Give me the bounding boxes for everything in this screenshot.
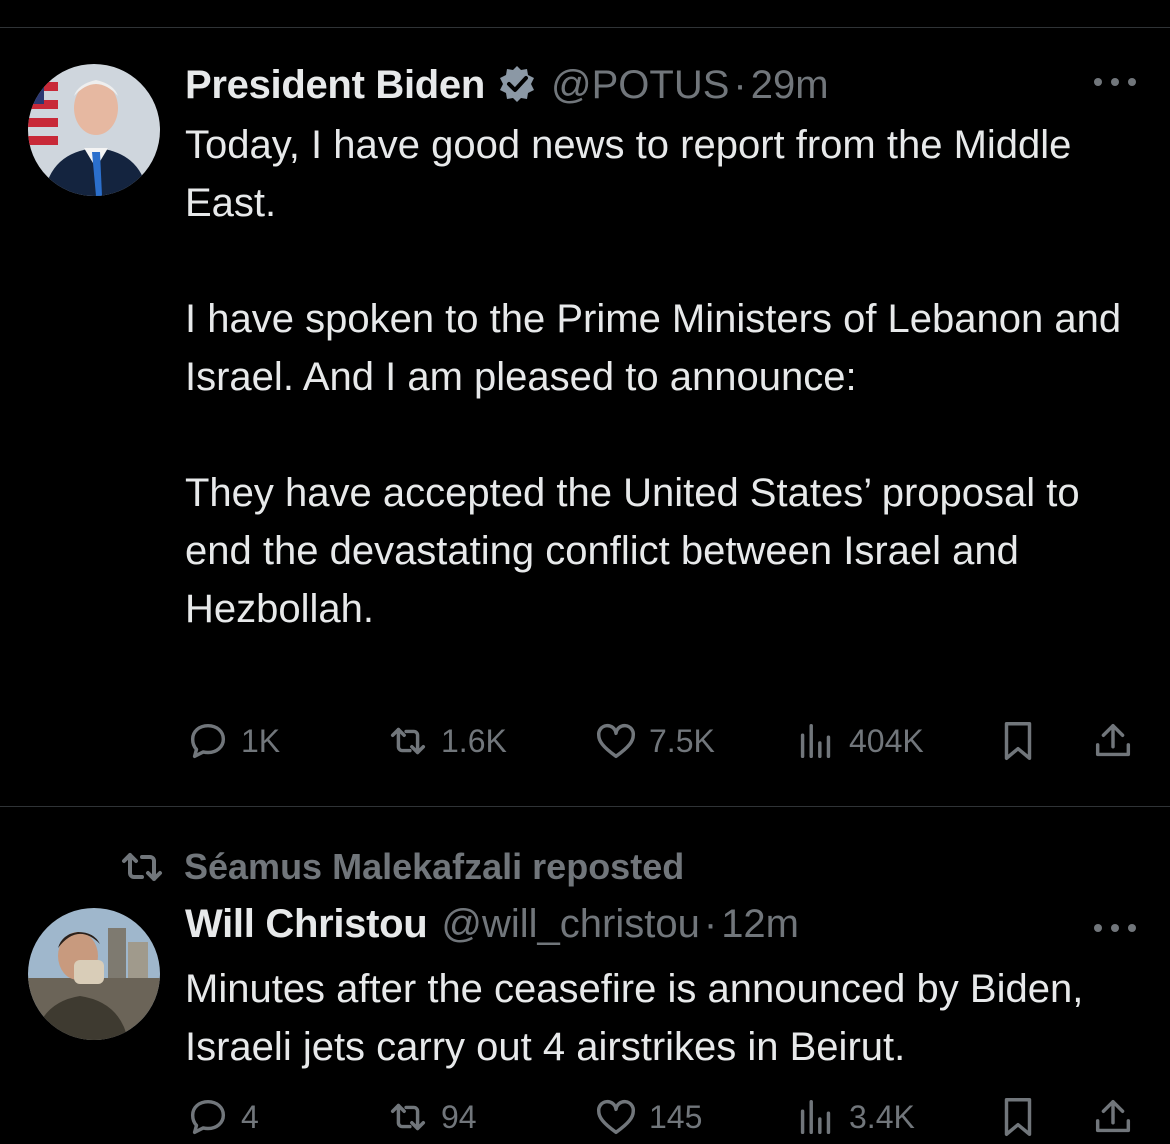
verified-badge-icon bbox=[497, 64, 537, 104]
like-count: 7.5K bbox=[649, 722, 715, 759]
author-handle[interactable]: @POTUS bbox=[551, 63, 729, 108]
reply-count: 1K bbox=[241, 722, 281, 759]
views-count: 404K bbox=[849, 722, 924, 759]
reply-count: 4 bbox=[241, 1098, 259, 1135]
share-button[interactable] bbox=[1090, 1094, 1136, 1140]
tweet-divider bbox=[0, 806, 1170, 807]
tweet-text: Today, I have good news to report from t… bbox=[185, 116, 1135, 638]
repost-count: 1.6K bbox=[441, 722, 507, 759]
repost-button[interactable]: 94 bbox=[385, 1094, 477, 1140]
tweet-paragraph: Minutes after the ceasefire is announced… bbox=[185, 967, 1084, 1069]
repost-icon bbox=[122, 853, 162, 881]
timestamp[interactable]: 12m bbox=[721, 902, 799, 947]
like-count: 145 bbox=[649, 1098, 703, 1135]
share-button[interactable] bbox=[1090, 718, 1136, 764]
author-handle[interactable]: @will_christou bbox=[441, 902, 699, 947]
tweet-header: President Biden @POTUS · 29m bbox=[185, 58, 829, 108]
bookmark-icon bbox=[1004, 722, 1032, 760]
timestamp[interactable]: 29m bbox=[751, 63, 829, 108]
tweet-paragraph: They have accepted the United States’ pr… bbox=[185, 471, 1080, 631]
bookmark-icon bbox=[1004, 1098, 1032, 1136]
like-button[interactable]: 145 bbox=[593, 1094, 702, 1140]
repost-icon bbox=[390, 1103, 426, 1131]
like-button[interactable]: 7.5K bbox=[593, 718, 715, 764]
views-button[interactable]: 404K bbox=[793, 718, 924, 764]
repost-button[interactable]: 1.6K bbox=[385, 718, 507, 764]
share-icon bbox=[1095, 723, 1131, 757]
views-icon bbox=[800, 1099, 831, 1135]
tweet-actions: 4 94 145 3.4K bbox=[185, 1094, 1140, 1144]
views-button[interactable]: 3.4K bbox=[793, 1094, 915, 1140]
reply-icon bbox=[190, 723, 226, 759]
share-icon bbox=[1095, 1099, 1131, 1133]
repost-context: Séamus Malekafzali reposted bbox=[118, 846, 684, 888]
repost-icon bbox=[390, 727, 426, 755]
reply-icon bbox=[190, 1099, 226, 1135]
more-icon[interactable] bbox=[1090, 918, 1140, 938]
separator-dot: · bbox=[703, 902, 718, 946]
reply-button[interactable]: 1K bbox=[185, 718, 280, 764]
tweet-header: Will Christou @will_christou · 12m bbox=[185, 902, 799, 947]
views-count: 3.4K bbox=[849, 1098, 915, 1135]
bookmark-button[interactable] bbox=[995, 1094, 1041, 1140]
reposted-by[interactable]: Séamus Malekafzali reposted bbox=[184, 846, 684, 888]
like-icon bbox=[597, 723, 635, 759]
tweet-paragraph: I have spoken to the Prime Ministers of … bbox=[185, 297, 1122, 399]
avatar[interactable] bbox=[28, 908, 160, 1040]
avatar[interactable] bbox=[28, 64, 160, 196]
tweet-paragraph: Today, I have good news to report from t… bbox=[185, 123, 1072, 225]
reply-button[interactable]: 4 bbox=[185, 1094, 259, 1140]
separator-dot: · bbox=[733, 63, 747, 107]
author-name[interactable]: Will Christou bbox=[185, 902, 428, 947]
author-name[interactable]: President Biden bbox=[185, 63, 485, 108]
tweet-actions: 1K 1.6K 7.5K 404K bbox=[185, 718, 1140, 768]
tweet-text: Minutes after the ceasefire is announced… bbox=[185, 960, 1135, 1076]
bookmark-button[interactable] bbox=[995, 718, 1041, 764]
more-icon[interactable] bbox=[1090, 72, 1140, 92]
like-icon bbox=[597, 1099, 635, 1135]
views-icon bbox=[800, 723, 831, 759]
top-divider bbox=[0, 27, 1170, 28]
repost-count: 94 bbox=[441, 1098, 477, 1135]
